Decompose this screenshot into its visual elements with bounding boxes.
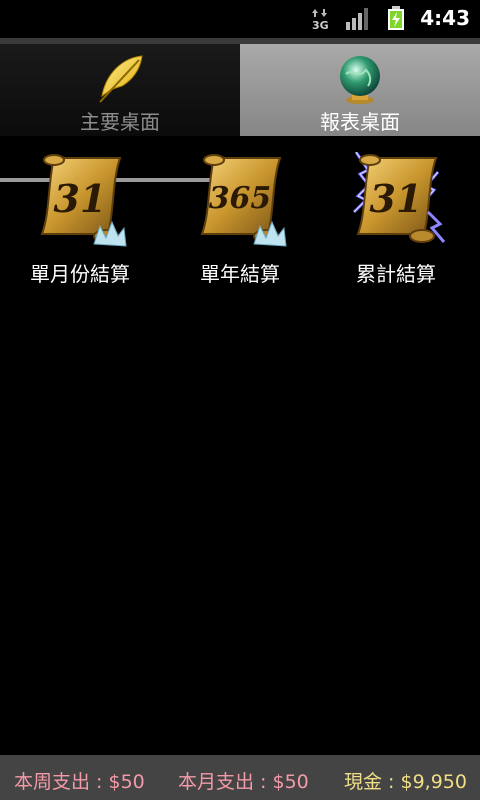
tab-divider — [0, 138, 480, 140]
weekly-spend-text: 本周支出 : $50 — [14, 771, 145, 793]
tab-main-desktop[interactable]: 主要桌面 — [0, 44, 240, 136]
cash-balance-text: 現金 : $9,950 — [344, 771, 467, 793]
cumulative-settlement-label: 累計結算 — [356, 262, 436, 286]
scroll-31-icon: 31 — [40, 154, 127, 247]
tab-report-desktop-label: 報表桌面 — [320, 110, 400, 134]
feather-quill-icon — [99, 55, 143, 103]
3g-data-icon: 3G — [312, 9, 329, 30]
scroll-31-lightning-icon: 31 — [352, 152, 446, 243]
signal-icon — [346, 8, 368, 30]
monthly-spend-text: 本月支出 : $50 — [178, 771, 309, 793]
clock: 4:43 — [420, 6, 470, 30]
summary-bar: 本周支出 : $50 本月支出 : $50 現金 : $9,950 — [0, 755, 480, 800]
tab-report-desktop[interactable]: 報表桌面 — [240, 44, 480, 136]
scroll-number: 31 — [370, 176, 423, 221]
status-bar: 3G 4:43 — [0, 0, 480, 38]
scroll-number: 31 — [54, 176, 107, 221]
cumulative-settlement-item[interactable]: 31 累計結算 — [316, 148, 476, 288]
crystal-globe-icon — [340, 56, 380, 104]
monthly-settlement-label: 單月份結算 — [30, 262, 130, 286]
yearly-settlement-label: 單年結算 — [200, 262, 280, 286]
svg-text:3G: 3G — [312, 19, 329, 30]
yearly-settlement-item[interactable]: 365 單年結算 — [160, 148, 320, 288]
scroll-number: 365 — [209, 181, 272, 216]
tab-main-desktop-label: 主要桌面 — [80, 110, 160, 134]
battery-charging-icon — [388, 6, 404, 30]
scroll-365-icon: 365 — [200, 154, 287, 247]
monthly-settlement-item[interactable]: 31 單月份結算 — [0, 148, 160, 288]
tab-bar: 主要桌面 報表桌面 — [0, 44, 480, 182]
